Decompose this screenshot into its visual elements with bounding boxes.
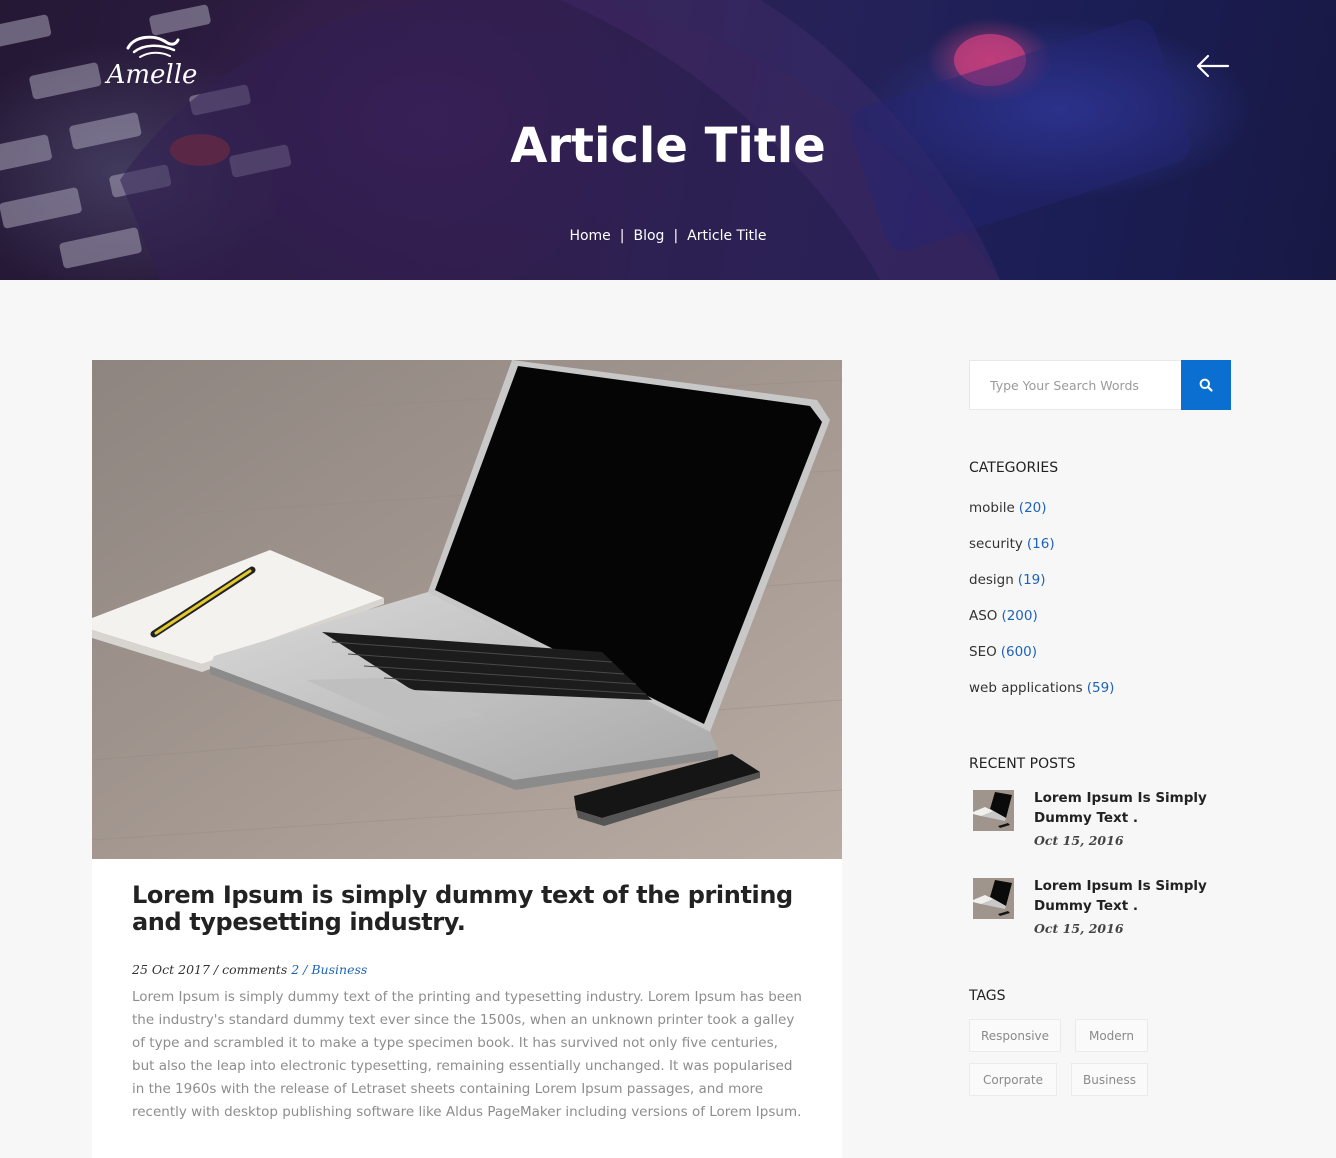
- article-date: 25 Oct 2017: [132, 962, 210, 977]
- meta-separator: /: [303, 962, 308, 977]
- back-arrow-button[interactable]: [1194, 52, 1230, 80]
- search-input[interactable]: [970, 361, 1182, 409]
- tag-modern[interactable]: Modern: [1075, 1019, 1148, 1052]
- breadcrumb-separator: |: [619, 228, 625, 244]
- tags-title: TAGS: [969, 988, 1006, 1004]
- recent-post-title[interactable]: Lorem Ipsum Is Simply Dummy Text .: [1034, 788, 1224, 828]
- recent-post-title[interactable]: Lorem Ipsum Is Simply Dummy Text .: [1034, 876, 1224, 916]
- arrow-left-icon: [1196, 54, 1230, 78]
- article-excerpt: Lorem Ipsum is simply dummy text of the …: [132, 989, 802, 1120]
- category-item-aso[interactable]: ASO (200): [969, 608, 1114, 644]
- category-count: (600): [1000, 644, 1038, 660]
- category-label: security: [969, 536, 1023, 552]
- category-count: (20): [1018, 500, 1047, 516]
- recent-post-item[interactable]: Lorem Ipsum Is Simply Dummy Text . Oct 1…: [969, 876, 1231, 946]
- recent-post-thumbnail[interactable]: [973, 790, 1014, 831]
- tag-corporate[interactable]: Corporate: [969, 1063, 1057, 1096]
- category-count: (59): [1086, 680, 1115, 696]
- article-body: Lorem Ipsum is simply dummy text of the …: [132, 882, 802, 1124]
- category-label: web applications: [969, 680, 1083, 696]
- logo-text: Amelle: [106, 60, 198, 90]
- breadcrumb: Home | Blog | Article Title: [0, 228, 1336, 244]
- article-meta: 25 Oct 2017 / comments 2 / Business: [132, 962, 802, 977]
- article-featured-image[interactable]: [92, 360, 842, 859]
- recent-post-thumbnail[interactable]: [973, 878, 1014, 919]
- category-label: mobile: [969, 500, 1015, 516]
- category-item-design[interactable]: design (19): [969, 572, 1114, 608]
- comments-count-link[interactable]: 2: [291, 962, 299, 977]
- category-label: ASO: [969, 608, 998, 624]
- tag-responsive[interactable]: Responsive: [969, 1019, 1061, 1052]
- wave-icon: [126, 35, 180, 58]
- recent-post-date: Oct 15, 2016: [1034, 921, 1124, 936]
- meta-separator: /: [213, 962, 219, 977]
- category-link[interactable]: Business: [311, 962, 367, 977]
- category-label: design: [969, 572, 1014, 588]
- sidebar: CATEGORIES mobile(20) security(16) desig…: [969, 360, 1231, 1096]
- categories-title: CATEGORIES: [969, 460, 1059, 476]
- recent-post-item[interactable]: Lorem Ipsum Is Simply Dummy Text . Oct 1…: [969, 788, 1231, 858]
- category-item-web-applications[interactable]: web applications (59): [969, 680, 1114, 716]
- laptop-thumbnail-image: [973, 790, 1014, 831]
- recent-post-date: Oct 15, 2016: [1034, 833, 1124, 848]
- laptop-thumbnail-image: [973, 878, 1014, 919]
- article-title[interactable]: Lorem Ipsum is simply dummy text of the …: [132, 882, 802, 936]
- category-list: mobile (20) security (16) design (19) ASO (2…: [969, 500, 1114, 716]
- category-item-security[interactable]: security (16): [969, 536, 1114, 572]
- category-count: (16): [1026, 536, 1055, 552]
- breadcrumb-separator: |: [673, 228, 679, 244]
- category-count: (200): [1001, 608, 1038, 624]
- brand-logo[interactable]: Amelle: [104, 30, 200, 100]
- category-item-seo[interactable]: SEO (600): [969, 644, 1114, 680]
- category-label: SEO: [969, 644, 997, 660]
- breadcrumb-home-link[interactable]: Home: [569, 228, 610, 244]
- article-card: Lorem Ipsum is simply dummy text of the …: [92, 360, 842, 1158]
- tag-business[interactable]: Business: [1071, 1063, 1148, 1096]
- category-count: (19): [1017, 572, 1046, 588]
- breadcrumb-blog-link[interactable]: Blog: [634, 228, 665, 244]
- search-box: [969, 360, 1231, 410]
- search-button[interactable]: [1181, 360, 1231, 410]
- category-item-mobile[interactable]: mobile (20): [969, 500, 1114, 536]
- hero-banner: Amelle Article Title Home | Blog | Article T…: [0, 0, 1336, 280]
- search-icon: [1199, 378, 1213, 392]
- comments-label: comments: [222, 962, 288, 977]
- page-title: Article Title: [510, 118, 826, 174]
- recent-posts-title: RECENT POSTS: [969, 756, 1076, 772]
- laptop-desk-image: [92, 360, 842, 859]
- breadcrumb-current: Article Title: [687, 228, 767, 244]
